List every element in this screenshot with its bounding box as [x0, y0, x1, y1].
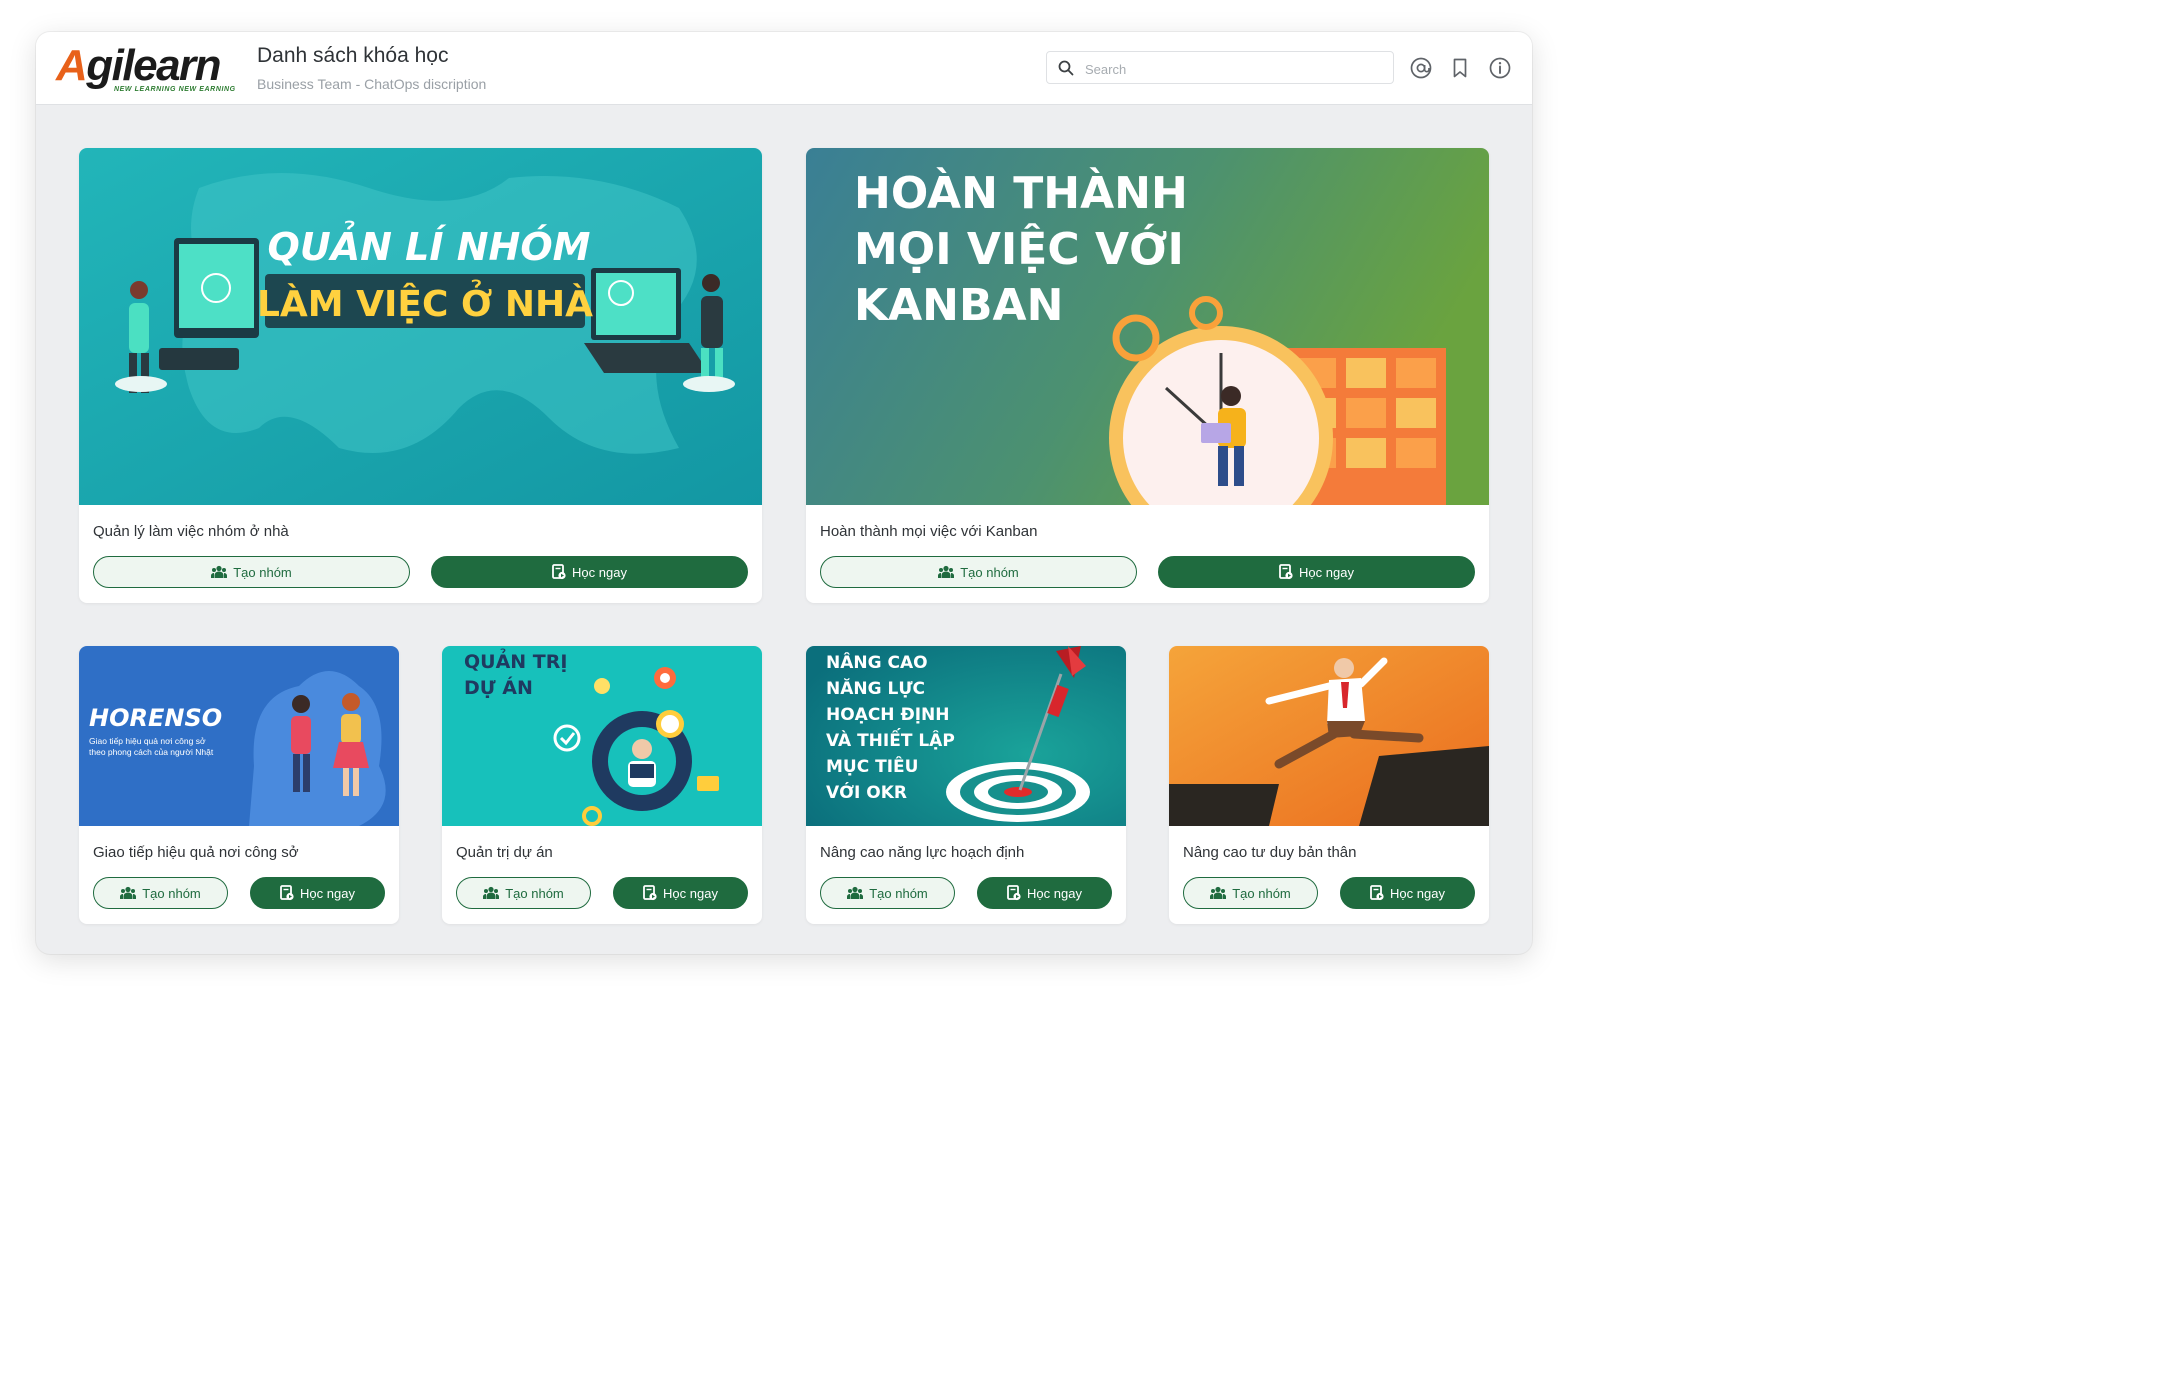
create-group-button[interactable]: Tạo nhóm — [456, 877, 591, 909]
group-icon — [1210, 886, 1227, 899]
group-icon — [211, 565, 228, 578]
learn-now-button[interactable]: Học ngay — [1340, 877, 1475, 909]
banner-headline: HOÀN THÀNH — [854, 166, 1188, 219]
create-group-button[interactable]: Tạo nhóm — [93, 556, 410, 588]
learn-now-label: Học ngay — [300, 885, 355, 901]
learn-now-label: Học ngay — [663, 885, 718, 901]
banner-subtext: Giao tiếp hiệu quả nơi công sở — [89, 736, 206, 746]
course-title[interactable]: Giao tiếp hiệu quả nơi công sở — [93, 844, 299, 861]
create-group-label: Tạo nhóm — [1232, 885, 1291, 901]
learn-now-button[interactable]: Học ngay — [613, 877, 748, 909]
banner-headline: HOẠCH ĐỊNH — [826, 705, 949, 725]
course-card[interactable]: QUẢN TRỊ DỰ ÁN Quản trị dự án Tạo nhóm H… — [442, 646, 762, 924]
learn-now-label: Học ngay — [1299, 564, 1354, 580]
learn-now-label: Học ngay — [1027, 885, 1082, 901]
top-header: Agilearn NEW LEARNING NEW EARNING Danh s… — [36, 32, 1532, 105]
group-icon — [938, 565, 955, 578]
course-banner[interactable] — [1169, 646, 1489, 826]
create-group-label: Tạo nhóm — [142, 885, 201, 901]
learn-now-button[interactable]: Học ngay — [977, 877, 1112, 909]
banner-headline: LÀM VIỆC Ở NHÀ — [257, 279, 593, 325]
page-title: Danh sách khóa học — [257, 44, 449, 67]
learn-now-label: Học ngay — [1390, 885, 1445, 901]
book-play-icon — [1007, 885, 1021, 901]
book-play-icon — [1279, 564, 1293, 580]
book-play-icon — [643, 885, 657, 901]
bookmark-icon[interactable] — [1448, 56, 1472, 80]
course-banner[interactable]: QUẢN LÍ NHÓM LÀM VIỆC Ở NHÀ — [79, 148, 762, 505]
learn-now-button[interactable]: Học ngay — [1158, 556, 1475, 588]
create-group-button[interactable]: Tạo nhóm — [93, 877, 228, 909]
info-icon[interactable] — [1488, 56, 1512, 80]
book-play-icon — [552, 564, 566, 580]
search-input[interactable] — [1083, 56, 1387, 82]
learn-now-button[interactable]: Học ngay — [250, 877, 385, 909]
course-title[interactable]: Quản trị dự án — [456, 844, 553, 861]
page-subtitle: Business Team - ChatOps discription — [257, 76, 487, 92]
logo-wordmark: Agilearn — [56, 41, 222, 90]
banner-headline: KANBAN — [854, 280, 1063, 331]
group-icon — [847, 886, 864, 899]
logo-tagline: NEW LEARNING NEW EARNING — [114, 86, 236, 93]
course-title[interactable]: Nâng cao tư duy bản thân — [1183, 844, 1357, 861]
create-group-button[interactable]: Tạo nhóm — [820, 877, 955, 909]
book-play-icon — [280, 885, 294, 901]
course-banner[interactable]: HOÀN THÀNH MỌI VIỆC VỚI KANBAN — [806, 148, 1489, 505]
group-icon — [120, 886, 137, 899]
search-icon — [1058, 60, 1074, 76]
learn-now-button[interactable]: Học ngay — [431, 556, 748, 588]
course-card[interactable]: NÂNG CAO NĂNG LỰC HOẠCH ĐỊNH VÀ THIẾT LẬ… — [806, 646, 1126, 924]
banner-subtext: theo phong cách của người Nhật — [89, 747, 214, 757]
banner-headline: DỰ ÁN — [464, 676, 533, 699]
create-group-label: Tạo nhóm — [505, 885, 564, 901]
course-banner[interactable]: NÂNG CAO NĂNG LỰC HOẠCH ĐỊNH VÀ THIẾT LẬ… — [806, 646, 1126, 826]
banner-headline: QUẢN LÍ NHÓM — [268, 221, 591, 269]
group-icon — [483, 886, 500, 899]
book-play-icon — [1370, 885, 1384, 901]
create-group-label: Tạo nhóm — [960, 564, 1019, 580]
course-card[interactable]: QUẢN LÍ NHÓM LÀM VIỆC Ở NHÀ Quản lý làm … — [79, 148, 762, 603]
banner-headline: MỤC TIÊU — [826, 755, 918, 777]
course-title[interactable]: Nâng cao năng lực hoạch định — [820, 844, 1024, 861]
create-group-label: Tạo nhóm — [233, 564, 292, 580]
create-group-label: Tạo nhóm — [869, 885, 928, 901]
create-group-button[interactable]: Tạo nhóm — [1183, 877, 1318, 909]
banner-headline: VỚI OKR — [826, 781, 907, 803]
course-title[interactable]: Quản lý làm việc nhóm ở nhà — [93, 523, 289, 540]
course-card[interactable]: HOÀN THÀNH MỌI VIỆC VỚI KANBAN Hoàn thàn… — [806, 148, 1489, 603]
agilearn-logo[interactable]: Agilearn NEW LEARNING NEW EARNING — [56, 44, 246, 96]
banner-headline: NÂNG CAO — [826, 651, 928, 673]
search-box[interactable] — [1046, 51, 1394, 84]
banner-headline: HORENSO — [89, 704, 222, 732]
course-title[interactable]: Hoàn thành mọi việc với Kanban — [820, 523, 1037, 540]
banner-headline: QUẢN TRỊ — [464, 648, 567, 673]
course-banner[interactable]: HORENSO Giao tiếp hiệu quả nơi công sở t… — [79, 646, 399, 826]
create-group-button[interactable]: Tạo nhóm — [820, 556, 1137, 588]
mention-icon[interactable] — [1409, 56, 1433, 80]
app-window: Agilearn NEW LEARNING NEW EARNING Danh s… — [36, 32, 1532, 954]
course-card[interactable]: HORENSO Giao tiếp hiệu quả nơi công sở t… — [79, 646, 399, 924]
course-banner[interactable]: QUẢN TRỊ DỰ ÁN — [442, 646, 762, 826]
banner-headline: VÀ THIẾT LẬP — [826, 727, 955, 751]
course-card[interactable]: Nâng cao tư duy bản thân Tạo nhóm Học ng… — [1169, 646, 1489, 924]
banner-headline: NĂNG LỰC — [826, 677, 925, 699]
learn-now-label: Học ngay — [572, 564, 627, 580]
banner-headline: MỌI VIỆC VỚI — [854, 222, 1184, 275]
